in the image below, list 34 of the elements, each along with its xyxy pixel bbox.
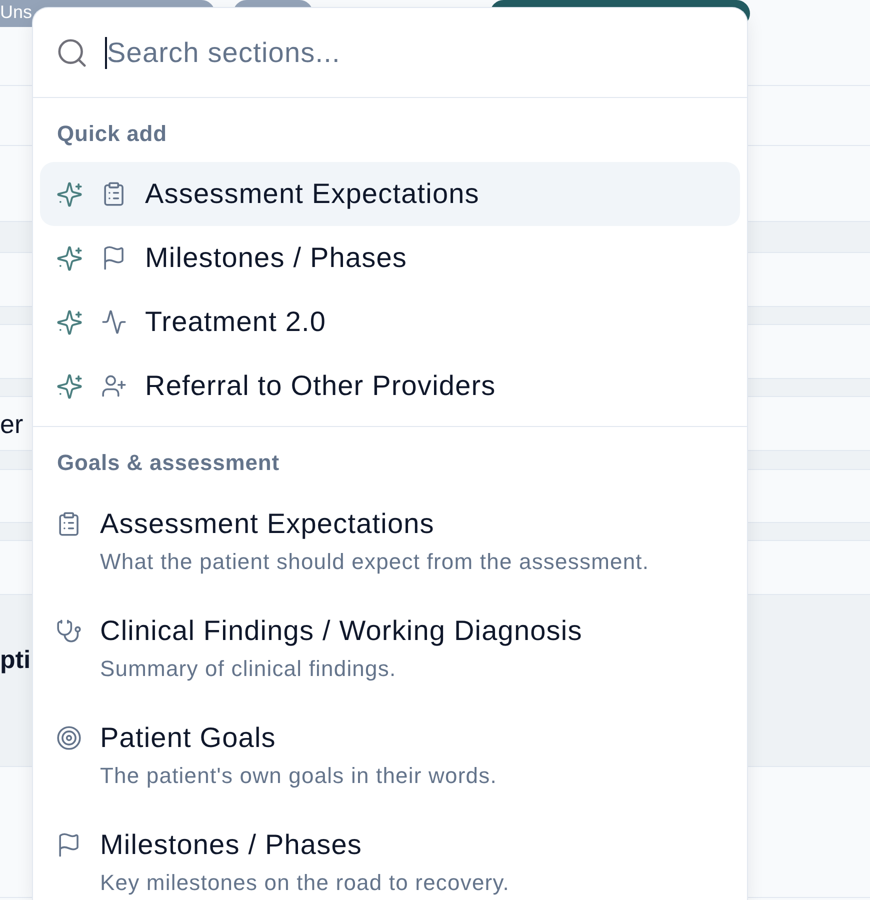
row-title: pti [0, 645, 31, 676]
flag-icon [59, 833, 79, 857]
stethoscope-icon [57, 619, 81, 643]
section-option[interactable]: Patient Goals The patient's own goals in their words. [40, 705, 740, 812]
row-label: er [0, 408, 24, 440]
section-option[interactable]: Assessment Expectations What the patient should expect from the assessment. [40, 491, 740, 598]
quick-add-item[interactable]: Referral to Other Providers [40, 354, 740, 418]
section-option[interactable]: Clinical Findings / Working Diagnosis Summary of clinical findings. [40, 598, 740, 705]
quick-add-item[interactable]: Assessment Expectations [40, 162, 740, 226]
section-heading: Quick add [57, 121, 167, 147]
quick-add-item[interactable]: Milestones / Phases [40, 226, 740, 290]
search-field[interactable]: Search sections... [107, 34, 727, 70]
option-description: The patient's own goals in their words. [100, 763, 497, 789]
option-description: What the patient should expect from the assessment. [100, 549, 650, 575]
section-heading: Goals & assessment [57, 450, 280, 476]
section-option[interactable]: Milestones / Phases Key milestones on the road to recovery. [40, 812, 740, 900]
target-icon [57, 726, 81, 750]
option-title: Assessment Expectations [100, 507, 436, 541]
clipboard-list-icon [59, 512, 79, 536]
sparkle-icon [57, 182, 82, 206]
option-description: Key milestones on the road to recovery. [100, 870, 510, 896]
option-title: Milestones / Phases [100, 828, 363, 862]
clipboard-list-icon [104, 182, 124, 206]
option-title: Patient Goals [100, 721, 277, 755]
option-title: Clinical Findings / Working Diagnosis [100, 614, 582, 648]
sparkle-icon [57, 374, 82, 398]
search-icon [58, 38, 86, 66]
user-plus-icon [102, 374, 126, 398]
pulse-line-icon [102, 310, 126, 334]
quick-add-item[interactable]: Treatment 2.0 [40, 290, 740, 354]
sparkle-icon [57, 246, 82, 270]
sparkle-icon [57, 310, 82, 334]
option-description: Summary of clinical findings. [100, 656, 398, 682]
flag-icon [104, 246, 124, 270]
